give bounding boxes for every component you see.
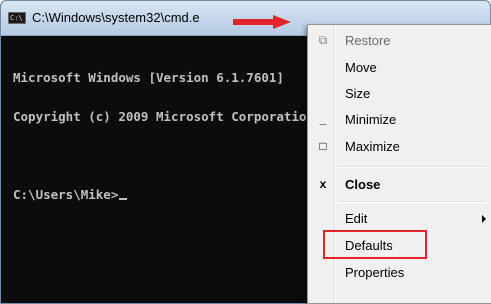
red-arrow-annotation-icon xyxy=(233,15,291,29)
close-icon: x xyxy=(319,177,327,191)
maximize-icon: □ xyxy=(319,139,327,153)
menu-item-label: Properties xyxy=(345,265,405,280)
menu-item-label: Move xyxy=(345,60,377,75)
menu-item-properties[interactable]: Properties xyxy=(310,260,488,286)
submenu-arrow-icon xyxy=(482,215,486,223)
menu-item-label: Restore xyxy=(345,33,391,48)
menu-item-label: Size xyxy=(345,86,371,101)
menu-item-edit[interactable]: Edit xyxy=(310,206,488,232)
minimize-icon: _ xyxy=(319,112,327,126)
menu-item-close[interactable]: x Close xyxy=(310,172,488,198)
menu-item-restore[interactable]: ⧉ Restore xyxy=(310,28,488,54)
menu-item-label: Minimize xyxy=(345,112,397,127)
menu-item-label: Edit xyxy=(345,211,368,226)
menu-item-label: Maximize xyxy=(345,139,400,154)
menu-separator xyxy=(338,201,486,203)
menu-item-minimize[interactable]: _ Minimize xyxy=(310,107,488,133)
red-highlight-annotation xyxy=(323,230,427,259)
restore-icon: ⧉ xyxy=(318,33,328,47)
text-cursor xyxy=(119,198,128,200)
menu-item-move[interactable]: Move xyxy=(310,55,488,81)
cmd-app-icon[interactable]: C:\ xyxy=(8,12,26,24)
window-title: C:\Windows\system32\cmd.e xyxy=(32,10,200,25)
menu-item-maximize[interactable]: □ Maximize xyxy=(310,134,488,160)
menu-item-size[interactable]: Size xyxy=(310,81,488,107)
system-menu: ⧉ Restore Move Size _ Minimize □ Maximiz… xyxy=(307,24,491,304)
menu-item-label: Close xyxy=(345,177,381,192)
menu-separator xyxy=(338,166,486,168)
console-prompt: C:\Users\Mike> xyxy=(13,187,119,202)
